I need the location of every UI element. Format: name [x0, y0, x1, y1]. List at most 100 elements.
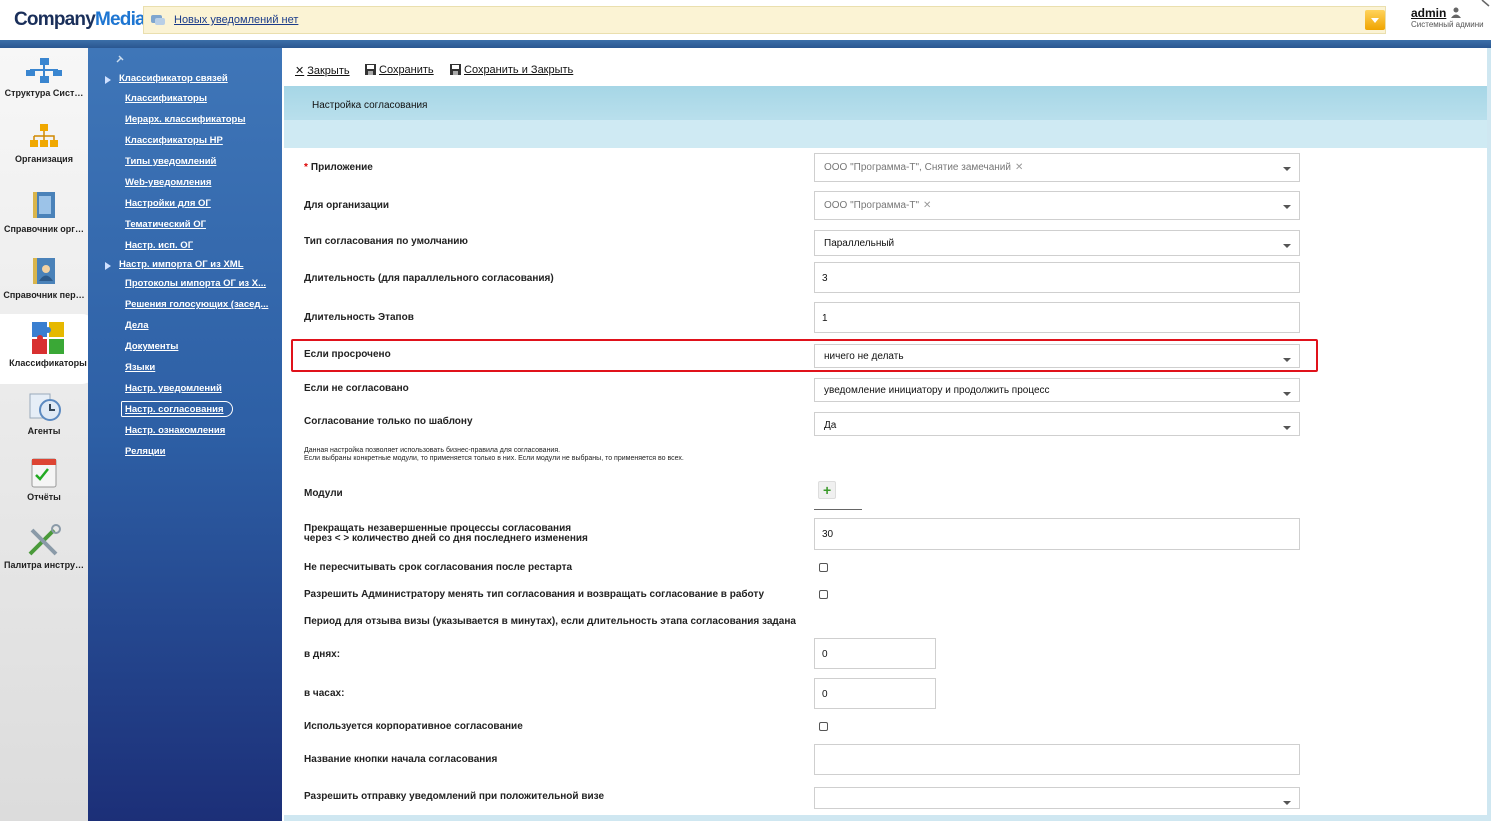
help-note: Данная настройка позволяет использовать … — [304, 447, 684, 462]
user-menu[interactable]: admin Системный админи — [1411, 6, 1484, 29]
visa-period-label: Период для отзыва визы (указывается в ми… — [304, 616, 796, 627]
required-marker: * — [304, 162, 308, 173]
agents-icon — [29, 393, 61, 421]
app-classifiers[interactable]: Классификаторы — [0, 314, 96, 384]
corner-icon — [1481, 0, 1490, 7]
nav-item[interactable]: Языки — [125, 362, 155, 373]
days-label: в днях: — [304, 649, 341, 660]
expand-arrow-icon[interactable] — [105, 76, 111, 84]
app-org-directory[interactable]: Справочник орг… — [0, 188, 88, 234]
save-icon — [450, 64, 461, 75]
reports-icon — [31, 458, 57, 488]
template-only-select[interactable]: Да — [814, 412, 1300, 436]
nav-item-active[interactable]: Настр. согласования — [125, 404, 224, 415]
duration-label: Длительность (для параллельного согласов… — [304, 273, 554, 284]
nav-item[interactable]: Классификаторы HP — [125, 135, 223, 146]
app-organization[interactable]: Организация — [0, 122, 88, 164]
remove-tag-icon[interactable]: ✕ — [923, 200, 931, 211]
app-reports[interactable]: Отчёты — [0, 456, 88, 502]
notification-link[interactable]: Новых уведомлений нет — [174, 14, 298, 26]
user-name[interactable]: admin — [1411, 6, 1446, 20]
app-structure[interactable]: Структура Сист… — [0, 56, 88, 98]
app-sidebar: Структура Сист… Организация Справочник о… — [0, 48, 96, 821]
nav-item[interactable]: Реляции — [125, 446, 165, 457]
save-and-close-button[interactable]: Сохранить и Закрыть — [450, 64, 573, 76]
not-agreed-select[interactable]: уведомление инициатору и продолжить проц… — [814, 378, 1300, 402]
corporate-label: Используется корпоративное согласование — [304, 721, 523, 732]
logo[interactable]: CompanyMedia — [14, 9, 146, 31]
nav-item[interactable]: Классификатор связей — [119, 73, 228, 84]
top-bar: CompanyMedia Новых уведомлений нет admin… — [0, 0, 1491, 40]
template-only-label: Согласование только по шаблону — [304, 416, 473, 427]
notify-select[interactable] — [814, 787, 1300, 809]
nav-item[interactable]: Настр. исп. ОГ — [125, 240, 193, 251]
notification-icon — [151, 15, 165, 25]
nav-item[interactable]: Иерарх. классификаторы — [125, 114, 245, 125]
bottom-border — [284, 815, 1491, 821]
hours-label: в часах: — [304, 688, 345, 699]
app-label: * Приложение — [304, 162, 373, 173]
org-select[interactable]: ООО "Программа-Т" ✕ — [814, 191, 1300, 220]
hours-input[interactable]: 0 — [814, 678, 936, 709]
notification-dropdown-button[interactable] — [1365, 10, 1385, 30]
button-name-label: Название кнопки начала согласования — [304, 754, 498, 765]
nav-item[interactable]: Дела — [125, 320, 149, 331]
allow-admin-checkbox[interactable] — [819, 590, 828, 599]
nav-item[interactable]: Документы — [125, 341, 178, 352]
nav-item[interactable]: Протоколы импорта ОГ из X... — [125, 278, 266, 289]
stop-processes-input[interactable]: 30 — [814, 518, 1300, 550]
nav-item[interactable]: Решения голосующих (засед... — [125, 299, 268, 310]
add-module-button[interactable] — [818, 481, 836, 499]
days-input[interactable]: 0 — [814, 638, 936, 669]
save-button[interactable]: Сохранить — [365, 64, 434, 76]
type-select[interactable]: Параллельный — [814, 230, 1300, 256]
type-label: Тип согласования по умолчанию — [304, 236, 468, 247]
save-icon — [365, 64, 376, 75]
button-name-input[interactable] — [814, 744, 1300, 775]
nav-item[interactable]: Настр. уведомлений — [125, 383, 222, 394]
header-divider — [0, 40, 1491, 48]
modules-label: Модули — [304, 488, 343, 499]
app-tools[interactable]: Палитра инстру… — [0, 522, 88, 570]
remove-tag-icon[interactable]: ✕ — [1015, 162, 1023, 173]
tools-icon — [28, 524, 61, 556]
overdue-label: Если просрочено — [304, 349, 391, 360]
app-select[interactable]: ООО "Программа-Т", Снятие замечаний ✕ — [814, 153, 1300, 182]
org-label: Для организации — [304, 200, 390, 211]
structure-icon — [26, 58, 62, 83]
no-recalc-checkbox[interactable] — [819, 563, 828, 572]
nav-item[interactable]: Web-уведомления — [125, 177, 211, 188]
section-strip — [284, 120, 1491, 148]
stage-duration-input[interactable]: 1 — [814, 302, 1300, 333]
toolbar: ✕ Закрыть Сохранить Сохранить и Закрыть — [284, 48, 1491, 86]
organization-icon — [30, 124, 58, 147]
nav-item[interactable]: Классификаторы — [125, 93, 207, 104]
nav-item[interactable]: Типы уведомлений — [125, 156, 216, 167]
pin-icon — [116, 55, 124, 63]
classifier-nav: Классификатор связей Классификаторы Иера… — [88, 48, 282, 821]
close-icon: ✕ — [295, 65, 305, 77]
stop-processes-label: Прекращать незавершенные процессы соглас… — [304, 523, 588, 544]
app-person-directory[interactable]: Справочник пер… — [0, 254, 88, 300]
person-directory-icon — [33, 258, 55, 284]
corporate-checkbox[interactable] — [819, 722, 828, 731]
puzzle-icon — [32, 322, 64, 354]
close-button[interactable]: ✕ Закрыть — [295, 64, 350, 77]
modules-underline — [814, 509, 862, 510]
no-recalc-label: Не пересчитывать срок согласования после… — [304, 562, 573, 573]
notify-label: Разрешить отправку уведомлений при полож… — [304, 791, 605, 802]
nav-item[interactable]: Настр. ознакомления — [125, 425, 225, 436]
nav-item[interactable]: Настройки для ОГ — [125, 198, 211, 209]
user-icon — [1451, 7, 1462, 18]
duration-input[interactable]: 3 — [814, 262, 1300, 293]
right-border — [1487, 48, 1491, 821]
nav-item[interactable]: Настр. импорта ОГ из XML — [119, 259, 244, 270]
overdue-select[interactable]: ничего не делать — [814, 344, 1300, 368]
section-header: Настройка согласования — [284, 86, 1491, 148]
not-agreed-label: Если не согласовано — [304, 383, 409, 394]
section-title: Настройка согласования — [312, 100, 428, 111]
app-agents[interactable]: Агенты — [0, 390, 88, 436]
nav-item[interactable]: Тематический ОГ — [125, 219, 206, 230]
notification-bar: Новых уведомлений нет — [143, 6, 1386, 34]
expand-arrow-icon[interactable] — [105, 262, 111, 270]
